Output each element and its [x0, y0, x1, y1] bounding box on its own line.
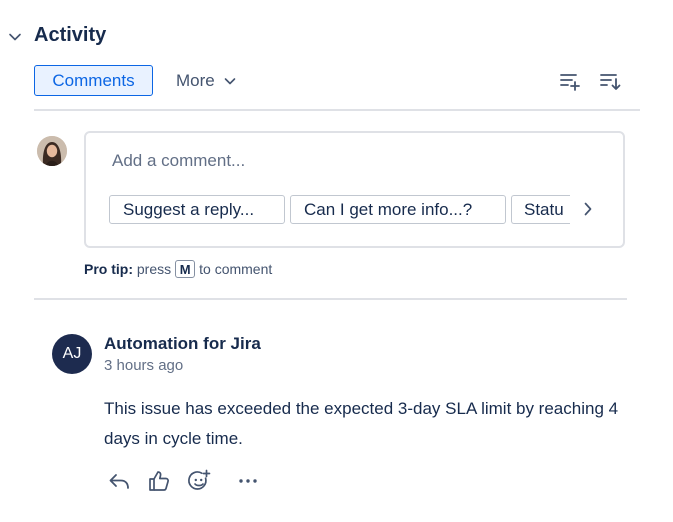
collapse-chevron-icon[interactable]: [6, 28, 24, 46]
pro-tip: Pro tip: press M to comment: [84, 260, 272, 278]
comment-body: This issue has exceeded the expected 3-d…: [104, 399, 619, 448]
like-icon[interactable]: [147, 469, 171, 493]
add-reaction-icon[interactable]: [187, 469, 211, 493]
add-filter-icon[interactable]: [559, 70, 581, 92]
suggestion-chip-suggest-reply[interactable]: Suggest a reply...: [109, 195, 285, 224]
pro-tip-suffix: to comment: [199, 261, 273, 277]
suggestion-chip-status[interactable]: Statu: [511, 195, 570, 224]
tab-comments[interactable]: Comments: [34, 65, 153, 96]
chevron-right-icon[interactable]: [578, 199, 598, 219]
more-icon[interactable]: [236, 469, 260, 493]
suggestion-chip-more-info[interactable]: Can I get more info...?: [290, 195, 506, 224]
pro-tip-label: Pro tip:: [84, 261, 133, 277]
chevron-down-icon: [223, 74, 237, 88]
comment-input-placeholder[interactable]: Add a comment...: [112, 151, 245, 171]
section-divider: [34, 298, 627, 300]
pro-tip-press: press: [136, 261, 172, 277]
current-user-avatar[interactable]: [37, 136, 67, 166]
more-dropdown-button[interactable]: More: [176, 70, 237, 92]
comment-composer[interactable]: [84, 131, 625, 248]
comment-author[interactable]: Automation for Jira: [104, 334, 261, 354]
author-avatar[interactable]: AJ: [52, 334, 92, 374]
tabs-divider: [34, 109, 640, 111]
comment-timestamp[interactable]: 3 hours ago: [104, 357, 183, 374]
activity-title: Activity: [34, 24, 107, 46]
more-label: More: [176, 71, 215, 90]
keyboard-key: M: [175, 260, 196, 278]
sort-icon[interactable]: [599, 70, 621, 92]
reply-icon[interactable]: [107, 469, 131, 493]
